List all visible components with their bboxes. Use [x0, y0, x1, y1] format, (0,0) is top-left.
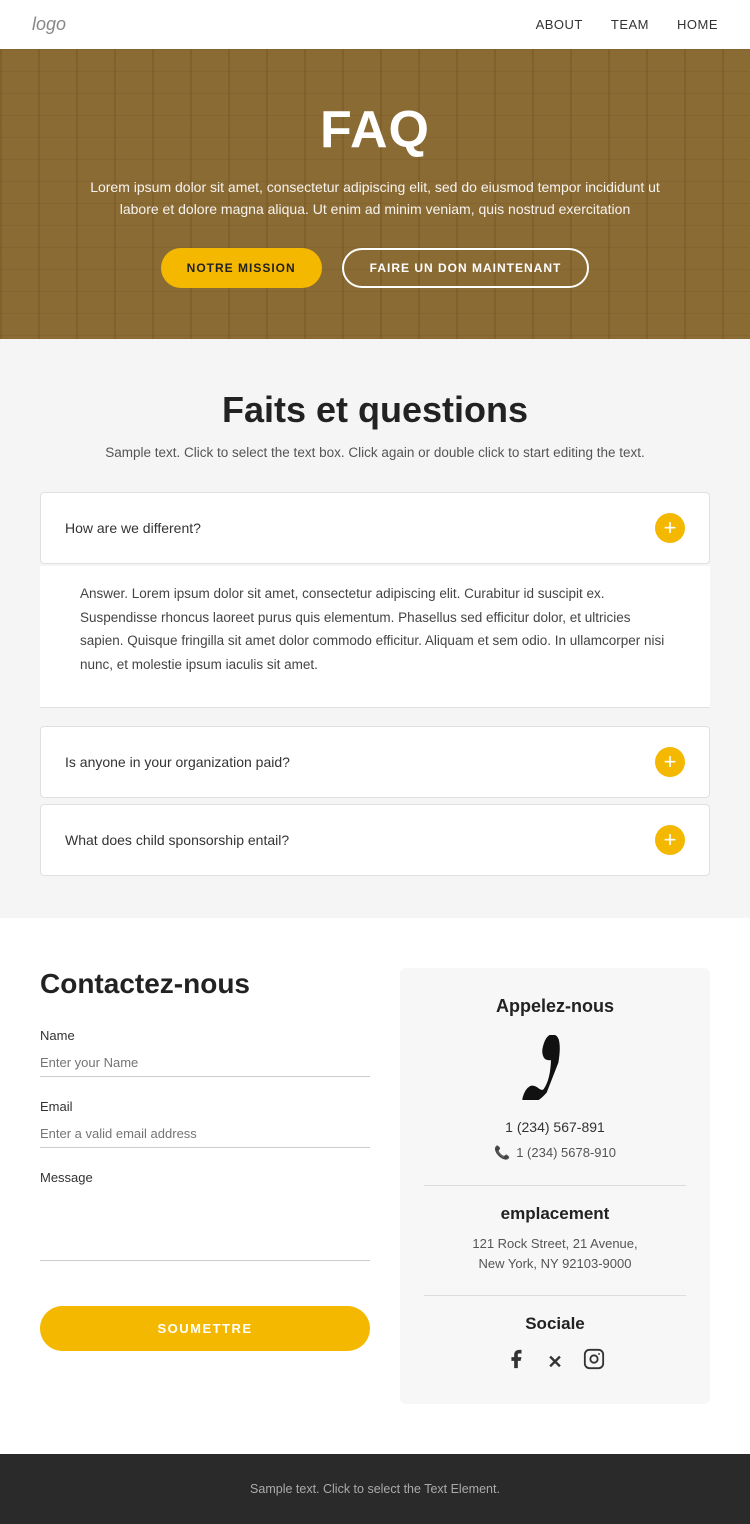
instagram-svg — [583, 1348, 605, 1370]
faq-question-row-2[interactable]: Is anyone in your organization paid? + — [41, 727, 709, 797]
social-title: Sociale — [424, 1314, 686, 1334]
hero-section: FAQ Lorem ipsum dolor sit amet, consecte… — [0, 49, 750, 339]
phone-secondary: 1 (234) 5678-910 — [516, 1145, 616, 1160]
nav-team[interactable]: TEAM — [611, 17, 649, 32]
address-line2: New York, NY 92103-9000 — [479, 1256, 632, 1271]
location-title: emplacement — [424, 1204, 686, 1224]
faq-answer-1: Answer. Lorem ipsum dolor sit amet, cons… — [40, 566, 710, 708]
faire-don-button[interactable]: FAIRE UN DON MAINTENANT — [342, 248, 590, 288]
divider-2 — [424, 1295, 686, 1296]
faq-item-1: How are we different? + — [40, 492, 710, 564]
faq-question-2: Is anyone in your organization paid? — [65, 754, 290, 770]
faq-item-2: Is anyone in your organization paid? + — [40, 726, 710, 798]
message-label: Message — [40, 1170, 370, 1185]
name-group: Name — [40, 1028, 370, 1077]
contact-title: Contactez-nous — [40, 968, 370, 1000]
faq-toggle-2[interactable]: + — [655, 747, 685, 777]
hero-subtitle: Lorem ipsum dolor sit amet, consectetur … — [80, 176, 670, 221]
faq-title: Faits et questions — [40, 389, 710, 431]
faq-subtitle: Sample text. Click to select the text bo… — [40, 445, 710, 460]
logo: logo — [32, 14, 66, 35]
faq-toggle-1[interactable]: + — [655, 513, 685, 543]
nav-about[interactable]: ABOUT — [536, 17, 583, 32]
social-section: Sociale ✕ — [424, 1314, 686, 1376]
phone-handset-icon: 📞 — [494, 1145, 510, 1161]
contact-form-side: Contactez-nous Name Email Message SOUMET… — [40, 968, 370, 1351]
notre-mission-button[interactable]: NOTRE MISSION — [161, 248, 322, 288]
contact-section: Contactez-nous Name Email Message SOUMET… — [0, 918, 750, 1455]
address-line1: 121 Rock Street, 21 Avenue, — [472, 1236, 637, 1251]
hero-buttons: NOTRE MISSION FAIRE UN DON MAINTENANT — [80, 248, 670, 288]
twitter-icon[interactable]: ✕ — [547, 1352, 562, 1373]
faq-question-row-1[interactable]: How are we different? + — [41, 493, 709, 563]
contact-info-side: Appelez-nous 1 (234) 567-891 📞 1 (234) 5… — [400, 968, 710, 1405]
social-icons: ✕ — [424, 1348, 686, 1376]
call-section: Appelez-nous 1 (234) 567-891 📞 1 (234) 5… — [424, 996, 686, 1161]
faq-question-3: What does child sponsorship entail? — [65, 832, 289, 848]
phone-main: 1 (234) 567-891 — [424, 1119, 686, 1135]
footer-text: Sample text. Click to select the Text El… — [40, 1482, 710, 1496]
phone-secondary-row: 📞 1 (234) 5678-910 — [424, 1145, 686, 1161]
divider-1 — [424, 1185, 686, 1186]
navbar: logo ABOUT TEAM HOME — [0, 0, 750, 49]
hero-content: FAQ Lorem ipsum dolor sit amet, consecte… — [0, 100, 750, 289]
faq-question-row-3[interactable]: What does child sponsorship entail? + — [41, 805, 709, 875]
name-label: Name — [40, 1028, 370, 1043]
location-section: emplacement 121 Rock Street, 21 Avenue, … — [424, 1204, 686, 1276]
name-input[interactable] — [40, 1049, 370, 1077]
message-group: Message — [40, 1170, 370, 1266]
phone-icon-big — [424, 1035, 686, 1105]
faq-question-1: How are we different? — [65, 520, 201, 536]
message-textarea[interactable] — [40, 1191, 370, 1261]
submit-button[interactable]: SOUMETTRE — [40, 1306, 370, 1351]
facebook-icon[interactable] — [505, 1348, 527, 1376]
call-title: Appelez-nous — [424, 996, 686, 1017]
footer: Sample text. Click to select the Text El… — [0, 1454, 750, 1524]
email-input[interactable] — [40, 1120, 370, 1148]
email-group: Email — [40, 1099, 370, 1148]
faq-section: Faits et questions Sample text. Click to… — [0, 339, 750, 918]
email-label: Email — [40, 1099, 370, 1114]
faq-spacer — [40, 708, 710, 726]
faq-toggle-3[interactable]: + — [655, 825, 685, 855]
location-address: 121 Rock Street, 21 Avenue, New York, NY… — [424, 1234, 686, 1276]
nav-home[interactable]: HOME — [677, 17, 718, 32]
instagram-icon[interactable] — [583, 1348, 605, 1376]
phone-icon — [500, 1035, 610, 1100]
hero-title: FAQ — [80, 100, 670, 160]
faq-item-3: What does child sponsorship entail? + — [40, 804, 710, 876]
nav-links: ABOUT TEAM HOME — [536, 17, 718, 32]
facebook-svg — [505, 1348, 527, 1370]
